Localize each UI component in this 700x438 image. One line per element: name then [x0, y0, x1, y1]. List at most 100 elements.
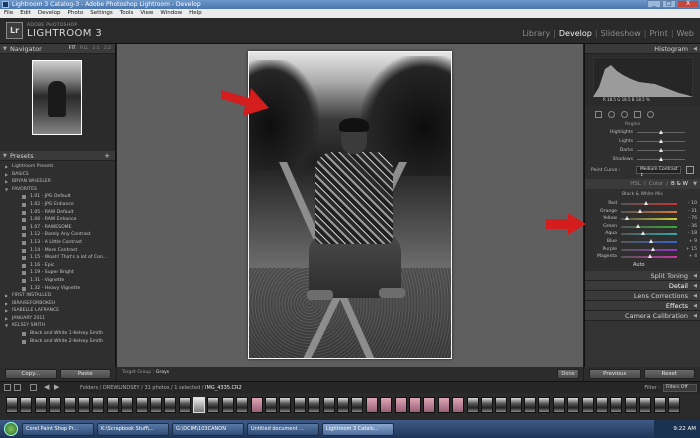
preset-folder[interactable]: ▶ JANUARY 2011 [0, 315, 115, 323]
slider-knob-icon[interactable] [658, 148, 663, 152]
module-web[interactable]: Web [677, 29, 694, 38]
taskbar-item[interactable]: G:\DCIM\103CANON [172, 422, 244, 436]
filmstrip-thumbnail[interactable] [279, 397, 292, 413]
bw-slider-track[interactable] [621, 208, 677, 213]
taskbar-item[interactable]: Lightroom 3 Catalo... [322, 422, 394, 436]
bw-slider-track[interactable] [621, 231, 677, 236]
slider-knob-icon[interactable] [658, 157, 663, 161]
tone-slider-track[interactable] [637, 148, 685, 152]
slider-knob-icon[interactable] [638, 208, 643, 213]
filmstrip-thumbnail[interactable] [178, 397, 191, 413]
red-eye-tool-icon[interactable] [621, 110, 628, 118]
preset-folder[interactable]: ▶ ISABELLE LAFRANCE [0, 307, 115, 315]
filmstrip-thumbnail[interactable] [509, 397, 522, 413]
filmstrip-thumbnail[interactable] [581, 397, 594, 413]
slider-knob-icon[interactable] [643, 201, 648, 205]
grid-view-icon[interactable] [30, 384, 37, 391]
tab-color[interactable]: Color [649, 179, 663, 189]
preset-item[interactable]: 1.15 - Woah! That's a lot of Con... [0, 254, 115, 262]
preset-item[interactable]: 1.14 - More Contrast [0, 247, 115, 255]
menu-photo[interactable]: Photo [68, 9, 84, 18]
slider-knob-icon[interactable] [625, 216, 630, 221]
filmstrip-thumbnail[interactable] [236, 397, 249, 413]
filmstrip-thumbnail[interactable] [437, 397, 450, 413]
filmstrip-thumbnail[interactable] [495, 397, 508, 413]
slider-knob-icon[interactable] [658, 139, 663, 143]
preset-item[interactable]: Black and White 1-Kelsey Smith [0, 330, 115, 338]
back-arrow-icon[interactable]: ◀ [44, 383, 49, 391]
menu-file[interactable]: File [4, 9, 13, 18]
tone-slider-track[interactable] [637, 130, 685, 134]
filmstrip-thumbnail[interactable] [596, 397, 609, 413]
navigator-header[interactable]: ▼ Navigator FIT FILL 1:1 1:2 [0, 44, 115, 54]
filmstrip-thumbnail[interactable] [250, 397, 263, 413]
menu-view[interactable]: View [140, 9, 153, 18]
filmstrip-thumbnail[interactable] [6, 397, 18, 413]
filmstrip-thumbnail[interactable] [207, 397, 220, 413]
filmstrip-thumbnail[interactable] [380, 397, 393, 413]
slider-knob-icon[interactable] [636, 223, 641, 228]
preset-folder[interactable]: ▶ BRYAN WHEELER [0, 178, 115, 186]
filmstrip-thumbnail[interactable] [336, 397, 349, 413]
filmstrip-thumbnail[interactable] [653, 397, 666, 413]
page-1-icon[interactable] [4, 384, 11, 391]
filmstrip-thumbnail[interactable] [480, 397, 493, 413]
preset-item[interactable]: 1.06 - RAW Enhance [0, 216, 115, 224]
filmstrip-thumbnail[interactable] [408, 397, 421, 413]
close-button[interactable]: X [677, 0, 699, 8]
filmstrip-thumbnail[interactable] [293, 397, 306, 413]
preset-item[interactable]: 1.16 - Epic [0, 262, 115, 270]
filmstrip-thumbnail[interactable] [567, 397, 580, 413]
filmstrip-thumbnail[interactable] [394, 397, 407, 413]
preset-folder[interactable]: ▼ KELSEY SMITH [0, 322, 115, 330]
previous-button[interactable]: Previous [589, 369, 641, 379]
filmstrip-thumbnail[interactable] [524, 397, 537, 413]
filmstrip-thumbnail[interactable] [77, 397, 90, 413]
done-button[interactable]: Done [557, 369, 579, 379]
point-curve-select[interactable]: Medium Contrast ↕ [636, 166, 681, 178]
filmstrip-thumbnail[interactable] [351, 397, 364, 413]
source-path[interactable]: Folders / DREWLINDSEY / 31 photos / 1 se… [80, 385, 242, 391]
filmstrip-thumbnail[interactable] [149, 397, 162, 413]
preset-item[interactable]: 1.05 - RAW Default [0, 209, 115, 217]
auto-button[interactable]: Auto [633, 262, 645, 268]
slider-knob-icon[interactable] [658, 130, 663, 134]
panel-header[interactable]: Split Toning ◀ [585, 271, 700, 281]
adjustment-brush-tool-icon[interactable] [647, 110, 654, 118]
filmstrip-thumbnail[interactable] [322, 397, 335, 413]
panel-header[interactable]: Detail ◀ [585, 281, 700, 291]
tab-hsl[interactable]: HSL [630, 179, 641, 189]
menu-window[interactable]: Window [160, 9, 182, 18]
preset-item[interactable]: 1.12 - Barely Any Contrast [0, 231, 115, 239]
graduated-filter-tool-icon[interactable] [634, 110, 641, 118]
image-canvas[interactable] [117, 44, 583, 367]
paste-button[interactable]: Paste [59, 369, 111, 379]
bw-slider-track[interactable] [621, 254, 677, 259]
preset-item[interactable]: Black and White 2-Kelsey Smith [0, 338, 115, 346]
zoom-fill[interactable]: FILL [80, 44, 89, 54]
forward-arrow-icon[interactable]: ▶ [54, 383, 59, 391]
filmstrip-thumbnail[interactable] [164, 397, 177, 413]
slider-knob-icon[interactable] [650, 246, 655, 251]
taskbar-item[interactable]: K:\Scrapbook Stuff\... [97, 422, 169, 436]
bw-slider-value[interactable]: + 4 [683, 253, 697, 261]
bw-slider-track[interactable] [621, 201, 677, 205]
filmstrip-thumbnail[interactable] [423, 397, 436, 413]
preset-item[interactable]: 1.32 - Heavy Vignette [0, 285, 115, 293]
filmstrip-thumbnail[interactable] [552, 397, 565, 413]
page-2-icon[interactable] [14, 384, 21, 391]
filmstrip-thumbnail[interactable] [34, 397, 47, 413]
slider-knob-icon[interactable] [649, 239, 654, 243]
start-button-icon[interactable] [4, 422, 18, 436]
bw-slider-track[interactable] [621, 246, 677, 251]
reset-button[interactable]: Reset [643, 369, 695, 379]
preset-folder[interactable]: ▶ Lightroom Presets [0, 163, 115, 171]
panel-header[interactable]: Lens Corrections ◀ [585, 291, 700, 301]
preset-folder[interactable]: ▼ FAVORITES [0, 186, 115, 194]
filmstrip-thumbnail[interactable] [452, 397, 465, 413]
preset-folder[interactable]: ▶ FIRST INSTALLED [0, 292, 115, 300]
zoom-1-1[interactable]: 1:1 [93, 44, 100, 54]
add-preset-icon[interactable]: + [104, 151, 110, 161]
filmstrip-thumbnail[interactable] [121, 397, 134, 413]
filmstrip-thumbnail[interactable] [365, 397, 378, 413]
